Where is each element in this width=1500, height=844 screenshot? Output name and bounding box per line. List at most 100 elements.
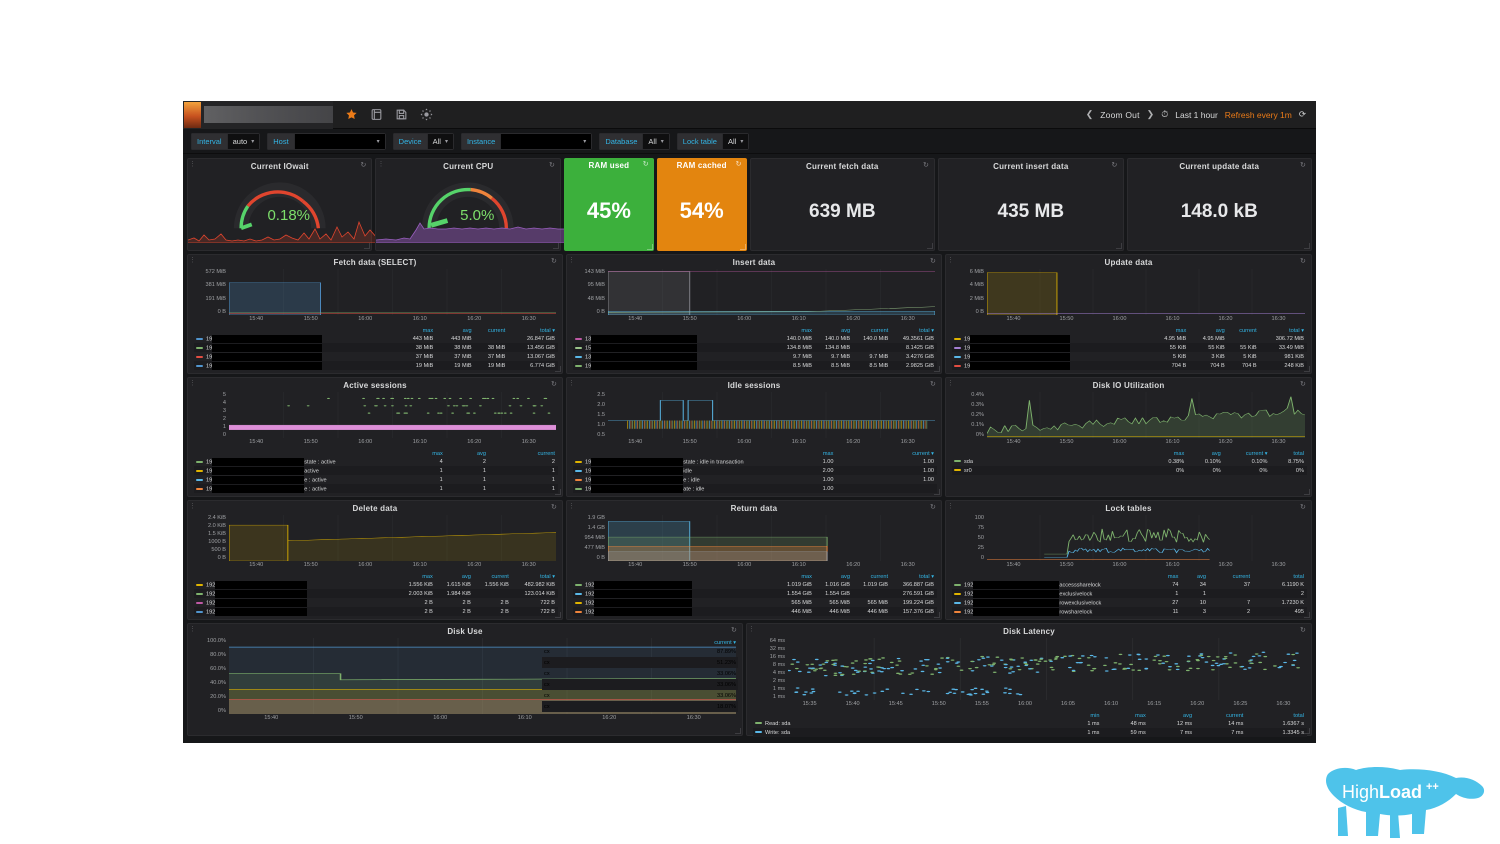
legend-color-swatch[interactable] (954, 601, 961, 604)
panel-resize-handle[interactable] (1304, 728, 1310, 734)
legend-row[interactable]: 192xaccesssharelock 74 34 37 6.1190 K (952, 580, 1307, 589)
legend-row[interactable]: 19x19 MiB19 MiB19 MiB6.774 GiB (194, 361, 558, 370)
legend-row[interactable]: 19xate : idle1.00 (573, 484, 937, 493)
legend-color-swatch[interactable] (196, 346, 203, 349)
panel-resize-handle[interactable] (1304, 612, 1310, 618)
panel-resize-handle[interactable] (1304, 489, 1310, 495)
legend-color-swatch[interactable] (196, 601, 203, 604)
legend-row[interactable]: 13x 140.0 MiB 140.0 MiB 140.0 MiB 49.3561 Gi… (573, 334, 937, 343)
panel-resize-handle[interactable] (934, 366, 940, 372)
panel-drag-handle[interactable]: ⋮ (189, 503, 196, 510)
legend-row[interactable]: 19xe : idle 1.00 1.00 (573, 475, 937, 484)
panel-resize-handle[interactable] (735, 728, 742, 734)
legend-color-swatch[interactable] (196, 364, 203, 367)
legend-series-name[interactable]: 192x (194, 598, 398, 607)
share-icon[interactable] (370, 108, 383, 121)
legend-series-name[interactable]: 19x (952, 343, 1151, 352)
legend-row[interactable]: 19x 4.95 MiB 4.95 MiB 306.72 MiB (952, 334, 1307, 343)
panel-resize-handle[interactable] (934, 612, 940, 618)
legend-series-name[interactable]: cx (542, 646, 595, 657)
panel-resize-handle[interactable] (552, 243, 559, 249)
legend-series-name[interactable]: 19xactive (194, 466, 398, 475)
legend-color-swatch[interactable] (196, 487, 203, 490)
save-icon[interactable] (395, 108, 408, 121)
legend-color-swatch[interactable] (575, 346, 582, 349)
panel-drag-handle[interactable]: ⋮ (947, 380, 954, 387)
panel-drag-handle[interactable]: ⋮ (947, 257, 954, 264)
legend-color-swatch[interactable] (954, 364, 961, 367)
legend-row[interactable]: 192xexclusivelock112 (952, 589, 1307, 598)
panel-resize-handle[interactable] (934, 489, 940, 495)
panel-drag-handle[interactable]: ⋮ (189, 257, 196, 264)
legend-series-name[interactable]: 192x (573, 589, 777, 598)
legend-row[interactable]: 19xe : active111 (194, 484, 558, 493)
refresh-interval-label[interactable]: Refresh every 1m (1225, 110, 1292, 120)
legend-series-name[interactable]: 192x (573, 607, 777, 616)
legend-row[interactable]: cx 33.06% (542, 668, 738, 679)
legend-series-name[interactable]: 19xstate : active (194, 457, 398, 466)
legend-color-swatch[interactable] (954, 592, 961, 595)
legend-series-name[interactable]: cx (542, 690, 595, 701)
legend-color-swatch[interactable] (196, 460, 203, 463)
legend-series-name[interactable]: 19xate : idle (573, 484, 777, 493)
zoom-out-left-chevron-icon[interactable]: ❮ (1086, 109, 1094, 120)
legend-row[interactable]: 19x 443 MiB 443 MiB 26.847 GiB (194, 334, 558, 343)
zoom-out-right-chevron-icon[interactable]: ❯ (1147, 109, 1155, 120)
panel-resize-handle[interactable] (555, 489, 561, 495)
legend-row[interactable]: cx 33.06% (542, 690, 738, 701)
star-icon[interactable] (345, 108, 358, 121)
legend-row[interactable]: 192x2.003 KiB1.984 KiB123.014 KiB (194, 589, 558, 598)
legend-series-name[interactable]: 15x (573, 343, 777, 352)
variable-value-dropdown[interactable]: ▾ (293, 132, 386, 150)
legend-row[interactable]: 192x2 B2 B2 B722 B (194, 598, 558, 607)
panel-drag-handle[interactable]: ⋮ (947, 503, 954, 510)
graph-area[interactable]: 2.5 2.0 1.5 1.0 0.5 15:40 15:50 16:00 16:10 16:20… (571, 392, 937, 450)
legend-series-name[interactable]: 192x (194, 607, 398, 616)
legend-color-swatch[interactable] (196, 583, 203, 586)
graph-area[interactable]: 5 4 3 2 1 0 15:40 15:50 16:00 16:10 16:20 16:30 (192, 392, 558, 450)
legend-series-name[interactable]: 13x (573, 334, 777, 343)
panel-resize-handle[interactable] (555, 366, 561, 372)
graph-area[interactable]: 6 MiB 4 MiB 2 MiB 0 B 15:40 15:50 16:00 16:10 16… (950, 269, 1307, 327)
legend-series-name[interactable]: Write: sda (753, 728, 1064, 737)
legend-row[interactable]: Write: sda 1 ms 59 ms 7 ms 7 ms 1.3345 s (753, 728, 1307, 737)
panel-resize-handle[interactable] (1304, 243, 1311, 249)
legend-color-swatch[interactable] (196, 355, 203, 358)
legend-color-swatch[interactable] (954, 460, 961, 463)
legend-row[interactable]: 19x704 B704 B704 B248 KiB (952, 361, 1307, 370)
legend-series-name[interactable]: 192x (194, 580, 398, 589)
legend-row[interactable]: 192x2 B2 B2 B722 B (194, 607, 558, 616)
variable-value-dropdown[interactable]: ▾ (500, 132, 593, 150)
legend-color-swatch[interactable] (954, 610, 961, 613)
legend-series-name[interactable]: 19x (194, 334, 398, 343)
legend-color-swatch[interactable] (954, 583, 961, 586)
legend-series-name[interactable]: cx (542, 668, 595, 679)
legend-color-swatch[interactable] (954, 469, 961, 472)
legend-color-swatch[interactable] (575, 583, 582, 586)
legend-row[interactable]: 19x8.5 MiB8.5 MiB8.5 MiB2.9825 GiB (573, 361, 937, 370)
panel-drag-handle[interactable]: ⋮ (568, 503, 575, 510)
variable-instance[interactable]: Instance ▾ (460, 132, 593, 150)
legend-row[interactable]: 192x446 MiB446 MiB446 MiB157.376 GiB (573, 607, 937, 616)
legend-color-swatch[interactable] (954, 337, 961, 340)
graph-area[interactable]: 1.9 GB 1.4 GB 954 MiB 477 MiB 0 B 15:40 15:50 1… (571, 515, 937, 573)
legend-color-swatch[interactable] (196, 478, 203, 481)
legend-series-name[interactable]: 19xidle (573, 466, 777, 475)
legend-series-name[interactable]: cx (542, 657, 596, 668)
legend-series-name[interactable]: 19x (194, 361, 398, 370)
legend-series-name[interactable]: 192x (573, 598, 777, 607)
legend-series-name[interactable]: 192xrowexclusivelock (952, 598, 1151, 607)
legend-series-name[interactable]: cx (542, 679, 596, 690)
panel-drag-handle[interactable]: ⋮ (748, 626, 755, 633)
gear-icon[interactable] (420, 108, 433, 121)
legend-row[interactable]: cx 51.23% (542, 657, 739, 668)
legend-color-swatch[interactable] (196, 469, 203, 472)
legend-row[interactable]: 192x 1.019 GiB 1.016 GiB 1.019 GiB 366.887 G… (573, 580, 937, 589)
legend-row[interactable]: 19xe : active111 (194, 475, 558, 484)
legend-color-swatch[interactable] (575, 364, 582, 367)
panel-drag-handle[interactable]: ⋮ (189, 626, 196, 633)
variable-value-dropdown[interactable]: All ▾ (721, 132, 750, 150)
legend-row[interactable]: 192x 1.556 KiB 1.615 KiB 1.556 KiB 482.982 K… (194, 580, 558, 589)
variable-value-dropdown[interactable]: auto ▾ (226, 132, 261, 150)
variable-host[interactable]: Host ▾ (267, 132, 386, 150)
